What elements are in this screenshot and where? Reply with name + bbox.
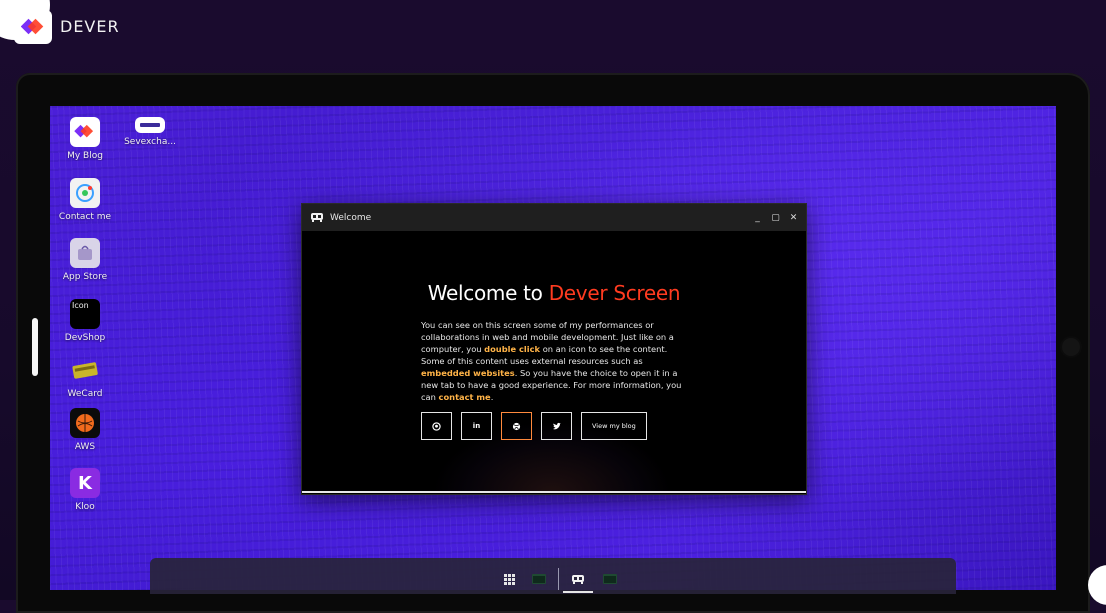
contact-me-link[interactable]: contact me [439,392,491,402]
twitter-button[interactable] [541,412,572,440]
desktop-icon-wecard[interactable]: WeCard [50,355,121,399]
desktop-icon-label: Contact me [58,212,112,222]
wecard-icon [70,355,100,385]
apps-grid-icon [503,573,515,585]
desktop-icon-aws[interactable]: AWS [50,408,121,452]
dribbble-icon [512,422,521,430]
desktop-icon-label: WeCard [67,389,103,399]
window-body: Welcome to Dever Screen You can see on t… [302,231,806,493]
desktop-icon-devshop[interactable]: Icon DevShop [50,299,121,343]
broken-image-alt-text: Icon [72,301,89,310]
dever-app-icon [572,574,584,584]
highlight-embedded-websites: embedded websites [421,368,515,378]
heading-accent: Dever Screen [548,281,681,305]
welcome-paragraph: You can see on this screen some of my pe… [421,320,682,402]
kloo-icon: K [70,468,100,498]
terminal-icon [603,574,617,584]
decorative-corner [1088,565,1106,605]
window-title: Welcome [330,212,372,223]
tablet-home-bar[interactable] [32,318,38,376]
brand-name: DEVER [60,17,120,36]
desktop-icon-contact-me[interactable]: Contact me [50,178,121,222]
maximize-button[interactable]: ▢ [771,213,780,223]
welcome-window[interactable]: Welcome _ ▢ ✕ Welcome to Dever Screen Yo… [301,203,807,495]
desktop-icon-label: Kloo [75,502,95,512]
aws-icon [70,408,100,438]
minimize-button[interactable]: _ [753,213,762,223]
close-button[interactable]: ✕ [789,213,798,223]
terminal-icon [532,574,546,584]
social-buttons-row: in View my blog [421,412,647,440]
dever-logo-icon [70,117,100,147]
desktop-icon-label: My Blog [67,151,103,161]
taskbar [150,558,956,594]
taskbar-welcome-window-button[interactable] [563,570,593,593]
dever-logo-icon[interactable] [14,10,52,44]
tablet-camera [1062,338,1080,356]
app-store-icon [70,238,100,268]
desktop-icon-my-blog[interactable]: My Blog [50,117,121,161]
twitter-icon [552,422,561,429]
heading-prefix: Welcome to [427,281,549,305]
desktop-icon-label: DevShop [64,333,106,343]
github-button[interactable] [421,412,452,440]
desktop-icon-label: Sevexcha... [124,137,176,147]
taskbar-terminal-button-2[interactable] [597,570,623,588]
highlight-double-click: double click [484,344,541,354]
desktop-icon-kloo[interactable]: K Kloo [50,468,121,512]
github-icon [432,421,441,431]
desktop-icon-label: App Store [62,272,108,282]
welcome-heading: Welcome to Dever Screen [302,281,806,305]
dever-app-icon [310,208,324,227]
taskbar-apps-grid-button[interactable] [496,570,522,588]
taskbar-terminal-button[interactable] [526,570,552,588]
taskbar-separator [558,568,559,590]
devshop-broken-image-icon: Icon [70,299,100,329]
view-blog-button[interactable]: View my blog [581,412,647,440]
desktop-icon-app-store[interactable]: App Store [50,238,121,282]
dribbble-button[interactable] [501,412,532,440]
contact-icon [70,178,100,208]
window-bottom-border [302,491,806,493]
desktop-icon-sevexchange[interactable]: Sevexcha... [114,117,186,147]
linkedin-button[interactable]: in [461,412,492,440]
desktop-icon-label: AWS [74,442,96,452]
sevexchange-icon [135,117,165,133]
linkedin-icon: in [472,422,481,430]
window-titlebar[interactable]: Welcome _ ▢ ✕ [302,204,806,231]
